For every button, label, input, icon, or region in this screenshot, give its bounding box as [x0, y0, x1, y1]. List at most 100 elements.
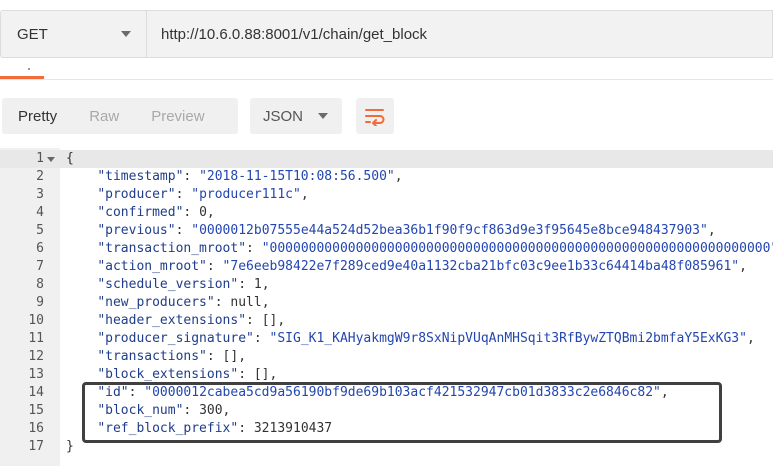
- format-select[interactable]: JSON: [250, 98, 342, 134]
- line-number: 8: [36, 277, 44, 292]
- brace: }: [66, 439, 74, 454]
- json-comma: ,: [238, 349, 247, 364]
- request-url-bar: GET: [0, 0, 773, 60]
- tab-divider: [0, 79, 773, 80]
- json-comma: ,: [277, 313, 286, 328]
- json-comma: ,: [206, 205, 215, 220]
- view-mode-group: Pretty Raw Preview: [2, 98, 238, 134]
- json-key: "schedule_version": [97, 277, 239, 292]
- json-key: "new_producers": [97, 295, 215, 310]
- line-number: 7: [36, 259, 44, 274]
- code-line: 8 "schedule_version": 1,: [0, 276, 773, 294]
- json-value: "0000012cabea5cd9a56190bf9de69b103acf421…: [144, 385, 661, 400]
- line-number: 2: [36, 169, 44, 184]
- code-text: "action_mroot": "7e6eeb98422e7f289ced9e4…: [97, 259, 747, 274]
- line-number: 9: [36, 295, 44, 310]
- line-number: 3: [36, 187, 44, 202]
- view-pretty-button[interactable]: Pretty: [2, 98, 73, 134]
- json-comma: ,: [660, 385, 669, 400]
- line-number: 12: [28, 349, 44, 364]
- json-value: "producer111c": [191, 187, 301, 202]
- json-key: "id": [97, 385, 129, 400]
- code-line: 13 "block_extensions": [],: [0, 366, 773, 384]
- code-text: "block_num": 300,: [97, 403, 231, 418]
- json-key: "previous": [97, 223, 176, 238]
- json-comma: ,: [746, 331, 755, 346]
- line-number: 5: [36, 223, 44, 238]
- line-number: 11: [28, 331, 44, 346]
- json-key: "timestamp": [97, 169, 184, 184]
- json-value: "2018-11-15T10:08:56.500": [199, 169, 395, 184]
- code-line: 10 "header_extensions": [],: [0, 312, 773, 330]
- brace: {: [66, 151, 74, 166]
- json-value: 300: [199, 403, 223, 418]
- code-text: "previous": "0000012b07555e44a524d52bea3…: [97, 223, 716, 238]
- json-key: "producer": [97, 187, 176, 202]
- json-key: "confirmed": [97, 205, 184, 220]
- code-line: 3 "producer": "producer111c",: [0, 186, 773, 204]
- code-line: 15 "block_num": 300,: [0, 402, 773, 420]
- fold-toggle-icon[interactable]: [47, 157, 55, 162]
- tab-marker: [28, 68, 30, 70]
- json-value: 1: [253, 277, 262, 292]
- code-line: 1{: [0, 150, 773, 168]
- json-comma: ,: [394, 169, 403, 184]
- code-line: 12 "transactions": [],: [0, 348, 773, 366]
- code-line: 16 "ref_block_prefix": 3213910437: [0, 420, 773, 438]
- code-line: 9 "new_producers": null,: [0, 294, 773, 312]
- json-value: "7e6eeb98422e7f289ced9e40a1132cba21bfc03…: [222, 259, 740, 274]
- url-field[interactable]: [146, 10, 773, 58]
- line-number: 10: [28, 313, 44, 328]
- line-number: 13: [28, 367, 44, 382]
- code-text: }: [66, 438, 74, 456]
- json-key: "producer_signature": [97, 331, 254, 346]
- url-input[interactable]: [161, 25, 772, 43]
- code-line: 14 "id": "0000012cabea5cd9a56190bf9de69b…: [0, 384, 773, 402]
- code-line: 7 "action_mroot": "7e6eeb98422e7f289ced9…: [0, 258, 773, 276]
- line-number: 6: [36, 241, 44, 256]
- method-value: GET: [17, 25, 48, 43]
- json-value: "0000012b07555e44a524d52bea36b1f90f9cf86…: [191, 223, 708, 238]
- json-value: "000000000000000000000000000000000000000…: [261, 241, 773, 256]
- code-text: "schedule_version": 1,: [97, 277, 270, 292]
- json-comma: ,: [222, 403, 231, 418]
- line-number: 1: [36, 151, 44, 166]
- wrap-lines-button[interactable]: [356, 98, 394, 134]
- json-comma: ,: [739, 259, 747, 274]
- code-line: 17}: [0, 438, 773, 456]
- code-line: 4 "confirmed": 0,: [0, 204, 773, 222]
- json-key: "ref_block_prefix": [97, 421, 239, 436]
- json-value: []: [253, 367, 270, 382]
- code-text: "header_extensions": [],: [97, 313, 286, 328]
- code-text: "transactions": [],: [97, 349, 247, 364]
- method-select[interactable]: GET: [0, 10, 146, 58]
- line-number: 14: [28, 385, 44, 400]
- json-comma: ,: [269, 367, 278, 382]
- code-text: "producer_signature": "SIG_K1_KAHyakmgW9…: [97, 331, 755, 346]
- code-text: "confirmed": 0,: [97, 205, 215, 220]
- line-number: 15: [28, 403, 44, 418]
- wrap-lines-icon: [365, 109, 385, 126]
- json-key: "transaction_mroot": [97, 241, 247, 256]
- json-key: "block_extensions": [97, 367, 239, 382]
- json-key: "header_extensions": [97, 313, 247, 328]
- line-number: 17: [28, 439, 44, 454]
- code-line: 2 "timestamp": "2018-11-15T10:08:56.500"…: [0, 168, 773, 186]
- line-number: 4: [36, 205, 44, 220]
- chevron-down-icon: [121, 31, 131, 37]
- code-text: "producer": "producer111c",: [97, 187, 309, 202]
- view-preview-button[interactable]: Preview: [135, 98, 220, 134]
- json-comma: ,: [707, 223, 716, 238]
- code-text: "block_extensions": [],: [97, 367, 278, 382]
- code-text: "new_producers": null,: [97, 295, 270, 310]
- response-body-editor[interactable]: 1{2 "timestamp": "2018-11-15T10:08:56.50…: [0, 148, 773, 466]
- line-number: 16: [28, 421, 44, 436]
- format-value: JSON: [263, 107, 304, 125]
- code-text: "id": "0000012cabea5cd9a56190bf9de69b103…: [97, 385, 669, 400]
- json-key: "action_mroot": [97, 259, 207, 274]
- code-text: {: [66, 150, 74, 168]
- view-raw-button[interactable]: Raw: [73, 98, 135, 134]
- code-line: 6 "transaction_mroot": "0000000000000000…: [0, 240, 773, 258]
- json-value: []: [261, 313, 278, 328]
- code-text: "transaction_mroot": "000000000000000000…: [66, 240, 773, 258]
